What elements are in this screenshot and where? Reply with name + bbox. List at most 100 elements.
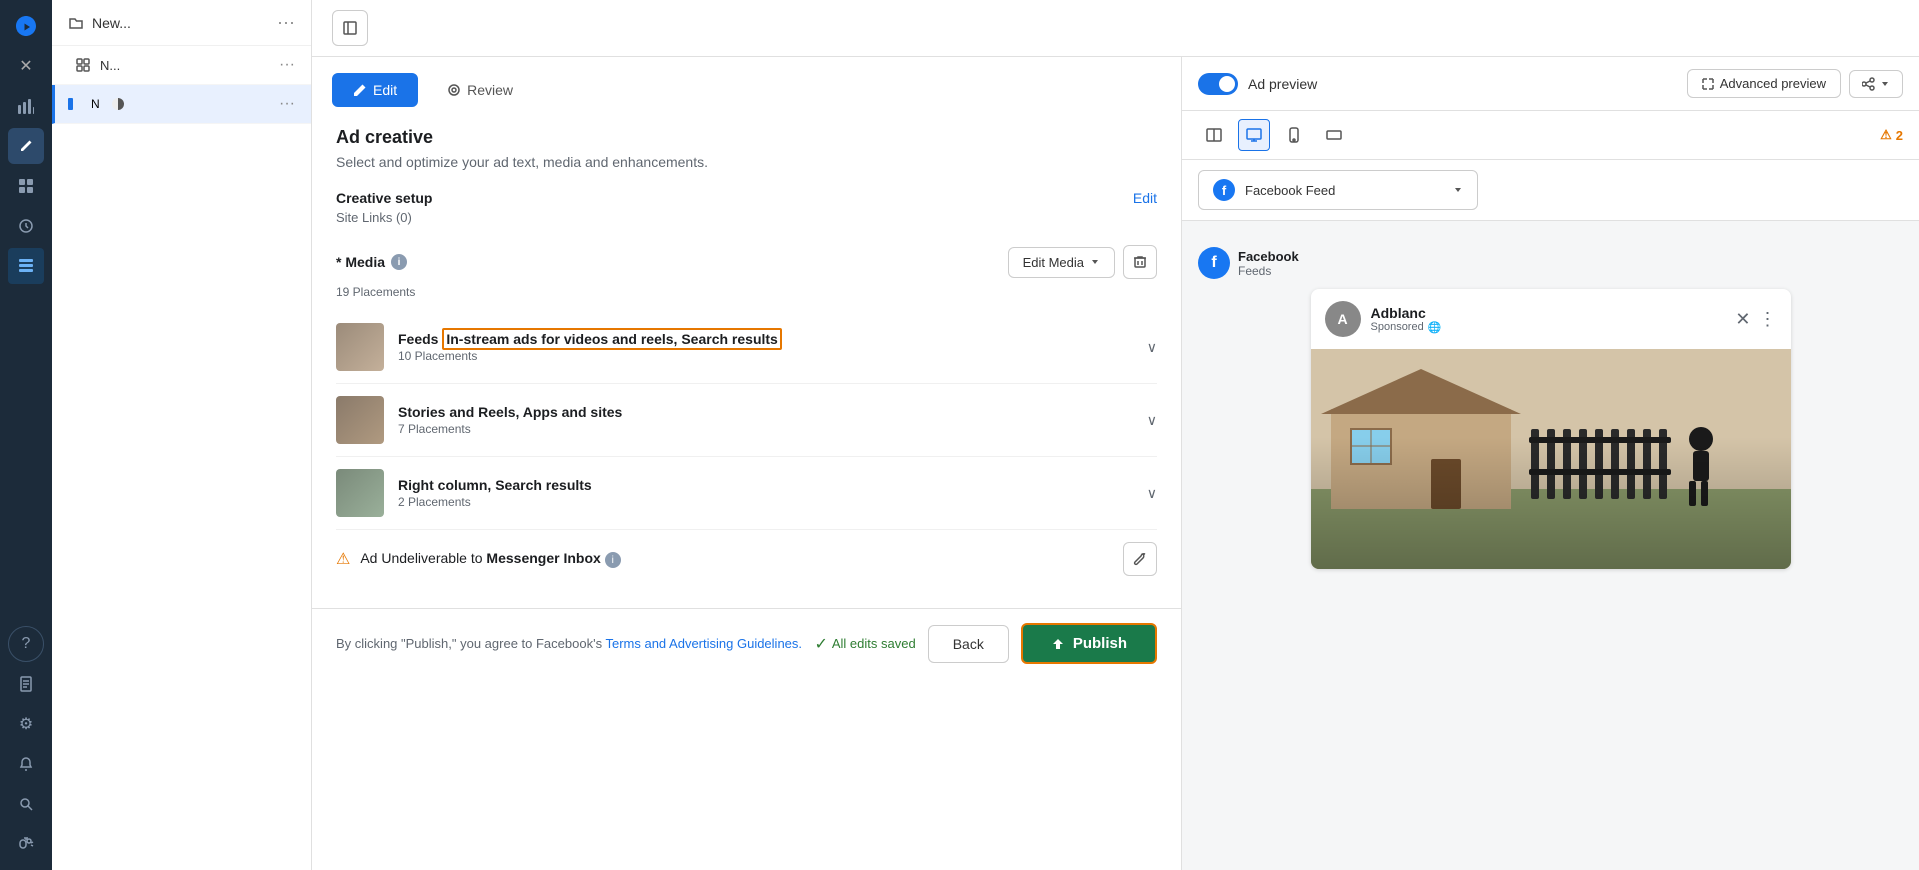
preview-avatar: A xyxy=(1325,301,1361,337)
nav-item-n[interactable]: N... ··· xyxy=(52,46,311,85)
feeds-name: Feeds In-stream ads for videos and reels… xyxy=(398,331,1133,347)
placement-right-col[interactable]: Right column, Search results 2 Placement… xyxy=(336,457,1157,530)
stories-thumb xyxy=(336,396,384,444)
facebook-icon: f xyxy=(1213,179,1235,201)
stories-chevron-icon[interactable]: ∨ xyxy=(1147,412,1157,429)
history-icon[interactable] xyxy=(8,208,44,244)
landscape-icon[interactable] xyxy=(1318,119,1350,151)
back-button[interactable]: Back xyxy=(928,625,1009,663)
edit-media-button[interactable]: Edit Media xyxy=(1008,247,1115,278)
nav-more-icon[interactable]: ··· xyxy=(277,12,295,33)
settings-icon[interactable]: ⚙ xyxy=(8,706,44,742)
more-dots-icon[interactable]: ⋮ xyxy=(1759,309,1777,330)
publish-label: Publish xyxy=(1073,635,1127,652)
preview-facebook-label: Facebook xyxy=(1238,249,1299,264)
creative-setup-edit-link[interactable]: Edit xyxy=(1133,190,1157,206)
ad-creative-subtitle: Select and optimize your ad text, media … xyxy=(336,154,1157,170)
right-col-chevron-icon[interactable]: ∨ xyxy=(1147,485,1157,502)
active-item-more[interactable]: ··· xyxy=(279,95,295,113)
share-button[interactable] xyxy=(1849,70,1903,98)
platform-select-dropdown[interactable]: f Facebook Feed xyxy=(1198,170,1478,210)
device-icon-group xyxy=(1198,119,1350,151)
warning-info-icon[interactable]: i xyxy=(605,552,621,568)
feeds-count: 10 Placements xyxy=(398,349,1133,363)
preview-platform-info: Facebook Feeds xyxy=(1238,249,1299,278)
mobile-icon[interactable] xyxy=(1278,119,1310,151)
right-col-info: Right column, Search results 2 Placement… xyxy=(398,477,1133,509)
close-x-icon[interactable]: ✕ xyxy=(1735,309,1750,330)
terms-link[interactable]: Terms and Advertising Guidelines. xyxy=(605,636,802,651)
help-icon[interactable]: ? xyxy=(8,626,44,662)
bell-icon[interactable] xyxy=(8,746,44,782)
pages-icon[interactable] xyxy=(8,666,44,702)
preview-card-header: A Adblanc Sponsored 🌐 ✕ ⋮ xyxy=(1311,289,1791,349)
desktop-icon[interactable] xyxy=(1238,119,1270,151)
ad-preview-toggle: Ad preview xyxy=(1198,73,1317,95)
placement-feeds[interactable]: Feeds In-stream ads for videos and reels… xyxy=(336,311,1157,384)
search-icon[interactable] xyxy=(8,786,44,822)
advanced-preview-label: Advanced preview xyxy=(1720,76,1826,91)
platform-label: Facebook Feed xyxy=(1245,183,1335,198)
preview-ad-image xyxy=(1311,349,1791,569)
stories-info: Stories and Reels, Apps and sites 7 Plac… xyxy=(398,404,1133,436)
nav-item-n-more[interactable]: ··· xyxy=(279,56,295,74)
toggle-knob xyxy=(1219,76,1235,92)
preview-sponsored-label: Sponsored xyxy=(1371,321,1424,333)
nav-item-n-label: N... xyxy=(100,58,269,73)
feeds-info: Feeds In-stream ads for videos and reels… xyxy=(398,331,1133,363)
placements-count-label: 19 Placements xyxy=(336,285,1157,299)
right-col-count: 2 Placements xyxy=(398,495,1133,509)
feeds-thumb xyxy=(336,323,384,371)
platform-chevron-icon xyxy=(1453,185,1463,195)
table-icon[interactable] xyxy=(8,248,44,284)
content-area: Edit Review Ad creative Select and optim… xyxy=(312,57,1919,870)
grid-icon xyxy=(76,58,90,72)
media-info-icon[interactable]: i xyxy=(391,254,407,270)
publish-button[interactable]: Publish xyxy=(1021,623,1157,664)
preview-ad-card: A Adblanc Sponsored 🌐 ✕ ⋮ xyxy=(1311,289,1791,569)
sidebar-toggle-button[interactable] xyxy=(332,10,368,46)
preview-header: Ad preview Advanced preview xyxy=(1182,57,1919,111)
preview-close-row[interactable]: ✕ ⋮ xyxy=(1735,309,1776,330)
wrench-button[interactable] xyxy=(1123,542,1157,576)
creative-setup-title: Creative setup xyxy=(336,190,432,206)
stories-count: 7 Placements xyxy=(398,422,1133,436)
preview-username: Adblanc xyxy=(1371,305,1442,321)
preview-card-user: A Adblanc Sponsored 🌐 xyxy=(1325,301,1442,337)
close-icon[interactable]: ✕ xyxy=(8,48,44,84)
preview-header-right: Advanced preview xyxy=(1687,69,1903,98)
right-col-thumb xyxy=(336,469,384,517)
media-header: * Media i Edit Media xyxy=(336,245,1157,279)
nav-item-active[interactable]: N ··· xyxy=(52,85,311,124)
dashboard-icon[interactable] xyxy=(8,168,44,204)
meta-logo-icon[interactable]: f xyxy=(8,8,44,44)
creative-content: Ad creative Select and optimize your ad … xyxy=(312,107,1181,608)
edit-review-tabs: Edit Review xyxy=(312,57,1181,107)
analytics-icon[interactable] xyxy=(8,88,44,124)
warning-count: 2 xyxy=(1896,128,1903,143)
edit-icon[interactable] xyxy=(8,128,44,164)
ad-creative-panel: Edit Review Ad creative Select and optim… xyxy=(312,57,1182,870)
nav-title: New... xyxy=(92,15,131,31)
advanced-preview-button[interactable]: Advanced preview xyxy=(1687,69,1841,98)
right-col-name: Right column, Search results xyxy=(398,477,1133,493)
ad-preview-toggle-switch[interactable] xyxy=(1198,73,1238,95)
edit-tab[interactable]: Edit xyxy=(332,73,418,107)
placement-stories[interactable]: Stories and Reels, Apps and sites 7 Plac… xyxy=(336,384,1157,457)
share-chevron-icon xyxy=(1880,79,1890,89)
warning-row: ⚠ Ad Undeliverable to Messenger Inbox i xyxy=(336,530,1157,588)
split-view-icon[interactable] xyxy=(1198,119,1230,151)
left-nav-panel: New... ··· N... ··· N ··· xyxy=(52,0,312,870)
warning-text: Ad Undeliverable to Messenger Inbox i xyxy=(360,550,1113,569)
review-tab[interactable]: Review xyxy=(426,73,534,107)
media-actions: Edit Media xyxy=(1008,245,1157,279)
preview-sponsored: Sponsored 🌐 xyxy=(1371,321,1442,334)
preview-fb-icon: f xyxy=(1198,247,1230,279)
media-title: * Media i xyxy=(336,254,407,270)
delete-media-button[interactable] xyxy=(1123,245,1157,279)
warning-badge: ⚠ 2 xyxy=(1880,127,1903,143)
sidebar: f ✕ ? ⚙ xyxy=(0,0,52,870)
debug-icon[interactable] xyxy=(8,826,44,862)
feeds-chevron-icon[interactable]: ∨ xyxy=(1147,339,1157,356)
saved-text-label: All edits saved xyxy=(832,636,916,651)
